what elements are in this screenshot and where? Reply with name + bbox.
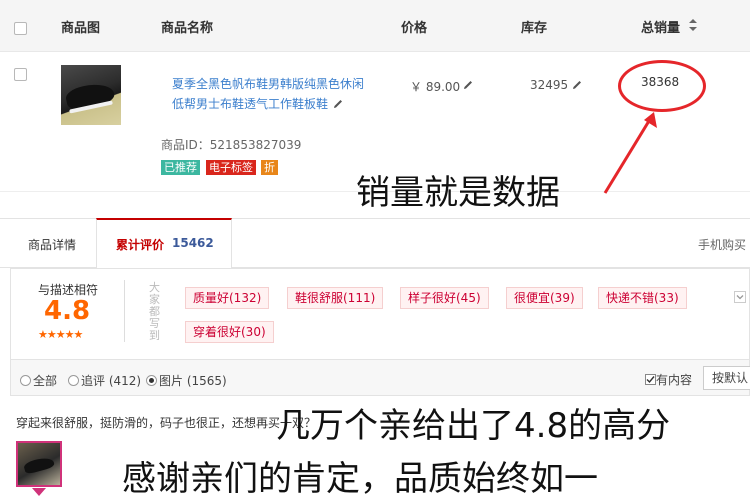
filter-append[interactable]: 追评 (412): [68, 372, 141, 389]
review-photo-thumbnail[interactable]: [16, 441, 62, 487]
filter-has-content[interactable]: 有内容: [645, 371, 692, 388]
product-id: 商品ID：521853827039: [161, 138, 302, 152]
tab-details[interactable]: 商品详情: [28, 236, 76, 253]
filter-append-label: 追评 (412): [81, 374, 142, 388]
header-price: 价格: [401, 21, 428, 36]
rating-stars-icon: ★★★★★: [38, 328, 83, 341]
product-checkbox[interactable]: [14, 68, 27, 81]
tag-red: 电子标签: [206, 160, 256, 175]
review-chip[interactable]: 快递不错(33): [598, 287, 687, 309]
divider: [124, 280, 125, 342]
product-stock: 32495: [530, 78, 569, 92]
has-content-label: 有内容: [656, 373, 693, 387]
checkbox-checked-icon[interactable]: [645, 374, 656, 385]
expand-chevron-icon[interactable]: [734, 291, 746, 303]
radio-append[interactable]: [68, 375, 79, 386]
product-price: ￥ 89.00: [410, 80, 461, 94]
filter-picture[interactable]: 图片 (1565): [146, 372, 227, 389]
header-image: 商品图: [61, 21, 101, 36]
tab-reviews-label[interactable]: 累计评价: [116, 236, 164, 253]
annotation-sales: 销量就是数据: [356, 173, 560, 213]
annotation-thanks: 感谢亲们的肯定，品质始终如一: [122, 459, 598, 499]
header-sales[interactable]: 总销量: [641, 17, 680, 36]
filter-all[interactable]: 全部: [20, 372, 57, 389]
review-chip[interactable]: 很便宜(39): [506, 287, 583, 309]
review-summary: [10, 268, 750, 360]
filter-picture-label: 图片 (1565): [159, 374, 227, 388]
sales-highlight-circle: [618, 60, 706, 112]
annotation-arrow-icon: [603, 112, 657, 194]
review-text: 穿起来很舒服，挺防滑的，码子也很正，还想再买一双？: [16, 416, 317, 430]
edit-stock-pencil-icon[interactable]: [571, 79, 583, 91]
rating-score: 4.8: [44, 296, 91, 326]
side-caption: 大家都写到: [149, 281, 160, 342]
edit-price-pencil-icon[interactable]: [462, 79, 474, 91]
review-chip[interactable]: 穿着很好(30): [185, 321, 274, 343]
tag-discount: 折: [261, 160, 278, 175]
sort-dropdown[interactable]: 按默认: [703, 366, 750, 390]
select-all-checkbox[interactable]: [14, 22, 27, 35]
header-name: 商品名称: [161, 21, 214, 36]
radio-picture[interactable]: [146, 375, 157, 386]
filter-all-label: 全部: [33, 374, 58, 388]
tab-reviews-count[interactable]: 15462: [172, 236, 214, 250]
review-chip[interactable]: 质量好(132): [185, 287, 270, 309]
table-header: [0, 0, 750, 52]
product-thumbnail[interactable]: [61, 65, 121, 125]
radio-all[interactable]: [20, 375, 31, 386]
edit-title-pencil-icon[interactable]: [332, 98, 344, 110]
header-stock: 库存: [521, 21, 548, 36]
tab-mobile[interactable]: 手机购买: [698, 236, 746, 253]
annotation-rating: 几万个亲给出了4.8的高分: [276, 406, 671, 446]
review-chip[interactable]: 样子很好(45): [400, 287, 489, 309]
review-chip[interactable]: 鞋很舒服(111): [287, 287, 384, 309]
tag-recommended: 已推荐: [161, 160, 200, 175]
sort-updown-icon[interactable]: [688, 18, 698, 32]
product-title-line2[interactable]: 低帮男士布鞋透气工作鞋板鞋: [172, 94, 328, 114]
selected-photo-caret-icon: [32, 488, 46, 496]
product-title-line1[interactable]: 夏季全黑色帆布鞋男韩版纯黑色休闲: [172, 74, 364, 94]
